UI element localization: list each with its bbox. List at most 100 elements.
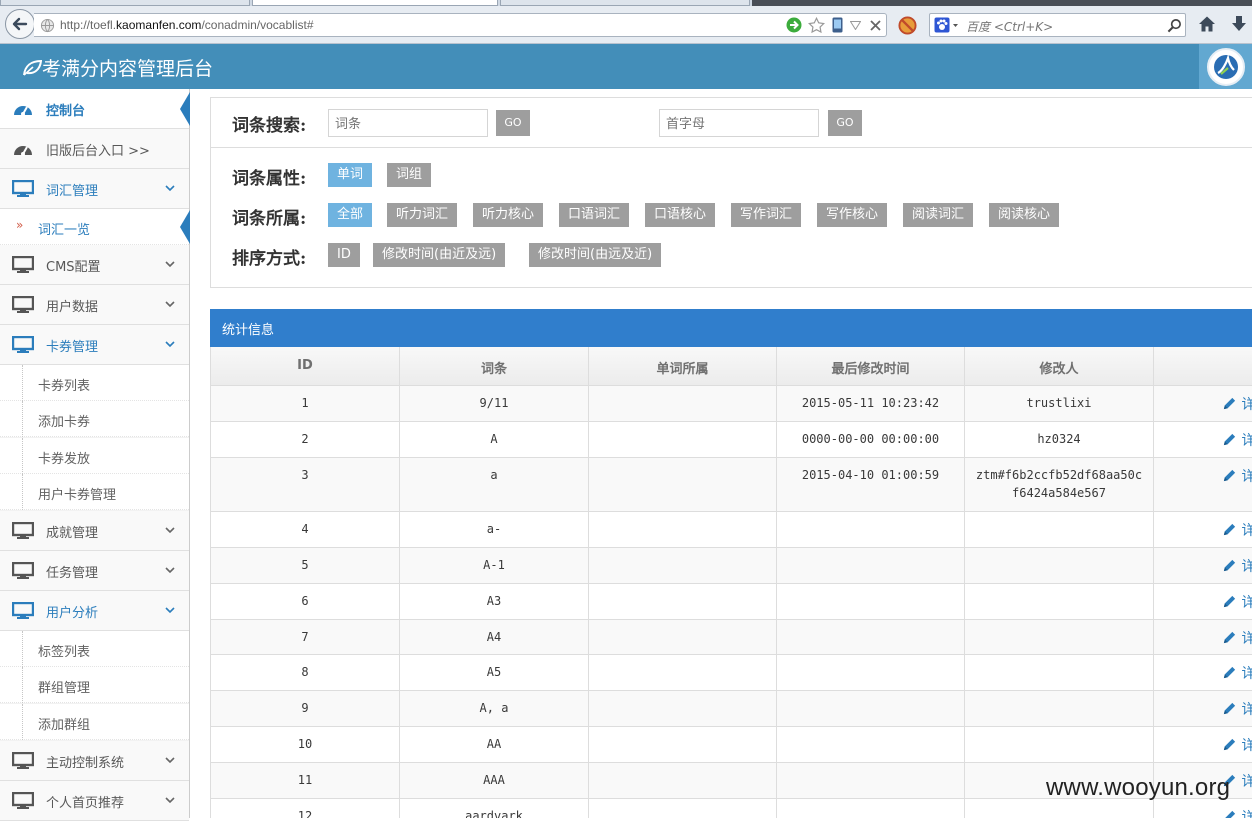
- column-header-editor[interactable]: 修改人: [965, 347, 1154, 385]
- sidebar-item-user-analysis[interactable]: 用户分析: [0, 591, 189, 631]
- avatar[interactable]: [1206, 47, 1245, 86]
- search-icon[interactable]: [1166, 17, 1182, 33]
- dropdown-icon[interactable]: [849, 18, 861, 32]
- bookmark-star-icon[interactable]: [807, 16, 825, 34]
- app-title[interactable]: 考满分内容管理后台: [22, 54, 213, 81]
- cell-id: 6: [211, 584, 400, 619]
- detail-link[interactable]: 详: [1222, 556, 1252, 576]
- cell-modified: [777, 763, 965, 798]
- sidebar-subitem-add-group[interactable]: 添加群组: [0, 704, 189, 740]
- cell-modified: [777, 620, 965, 654]
- cell-actions: 详: [1154, 512, 1252, 547]
- cell-id: 11: [211, 763, 400, 798]
- letter-search-input[interactable]: [659, 109, 819, 137]
- desktop-icon: [12, 792, 34, 809]
- attr-label: 词条属性:: [232, 169, 307, 189]
- sidebar-item-home-recommend[interactable]: 个人首页推荐: [0, 781, 189, 821]
- pencil-icon: [1223, 469, 1236, 482]
- sidebar-subitem-issue-coupon[interactable]: 卡券发放: [0, 438, 189, 474]
- belong-tag-speaking-vocab[interactable]: 口语词汇: [559, 203, 630, 227]
- belong-tag-writing-vocab[interactable]: 写作词汇: [731, 203, 802, 227]
- column-header-belong[interactable]: 单词所属: [589, 347, 777, 385]
- detail-link[interactable]: 详: [1222, 394, 1252, 414]
- cell-term: A-1: [400, 548, 589, 583]
- cell-actions: 详: [1154, 458, 1252, 511]
- sidebar-subitem-vocab-list[interactable]: » 词汇一览: [0, 209, 190, 245]
- belong-tag-listening-vocab[interactable]: 听力词汇: [387, 203, 458, 227]
- stop-icon[interactable]: [868, 18, 882, 32]
- user-menu[interactable]: [1199, 44, 1252, 89]
- home-icon[interactable]: [1197, 14, 1217, 34]
- sidebar-item-vocab[interactable]: 词汇管理: [0, 169, 189, 209]
- column-header-term[interactable]: 词条: [400, 347, 589, 385]
- attr-tag-word[interactable]: 单词: [328, 163, 373, 187]
- term-search-input[interactable]: [328, 109, 488, 137]
- mobile-icon[interactable]: [830, 17, 844, 33]
- letter-go-button[interactable]: GO: [828, 110, 862, 136]
- sidebar-item-label: 添加群组: [38, 718, 91, 733]
- caret-right-icon: »: [16, 218, 24, 232]
- pencil-icon: [1223, 433, 1236, 446]
- search-bar[interactable]: 百度 <Ctrl+K>: [929, 13, 1186, 37]
- sidebar-item-label: 用户数据: [46, 300, 99, 315]
- attr-tag-phrase[interactable]: 词组: [387, 163, 432, 187]
- pencil-icon: [1223, 397, 1236, 410]
- sidebar-item-achievements[interactable]: 成就管理: [0, 511, 189, 551]
- detail-link[interactable]: 详: [1222, 807, 1252, 818]
- belong-tag-writing-core[interactable]: 写作核心: [817, 203, 888, 227]
- detail-link[interactable]: 详: [1222, 466, 1252, 486]
- sidebar-subitem-coupon-list[interactable]: 卡券列表: [0, 365, 189, 401]
- pencil-icon: [1223, 702, 1236, 715]
- detail-link[interactable]: 详: [1222, 628, 1252, 648]
- cell-term: A: [400, 422, 589, 457]
- belong-tag-reading-core[interactable]: 阅读核心: [989, 203, 1060, 227]
- detail-link[interactable]: 详: [1222, 592, 1252, 612]
- sidebar-item-label: 主动控制系统: [46, 756, 125, 771]
- column-header-id[interactable]: ID: [211, 347, 400, 385]
- detail-link-label: 详: [1241, 774, 1252, 790]
- detail-link[interactable]: 详: [1222, 699, 1252, 719]
- pencil-icon: [1223, 631, 1236, 644]
- term-go-button[interactable]: GO: [496, 110, 530, 136]
- pencil-icon: [1223, 595, 1236, 608]
- baidu-paw-icon[interactable]: [934, 17, 960, 33]
- sort-tag-oldest[interactable]: 修改时间(由远及近): [529, 243, 662, 267]
- address-bar[interactable]: http://toefl.kaomanfen.com/conadmin/voca…: [34, 13, 887, 37]
- column-header-modified[interactable]: 最后修改时间: [777, 347, 965, 385]
- active-indicator: [180, 92, 190, 126]
- sidebar-subitem-tag-list[interactable]: 标签列表: [0, 631, 189, 667]
- belong-tag-reading-vocab[interactable]: 阅读词汇: [903, 203, 974, 227]
- dashboard-icon: [14, 106, 32, 116]
- go-arrow-icon[interactable]: [786, 17, 802, 33]
- cell-modified: [777, 584, 965, 619]
- detail-link[interactable]: 详: [1222, 735, 1252, 755]
- belong-tag-speaking-core[interactable]: 口语核心: [645, 203, 716, 227]
- sidebar-item-dashboard[interactable]: 控制台: [0, 89, 190, 129]
- sidebar-subitem-add-coupon[interactable]: 添加卡券: [0, 401, 189, 437]
- sidebar-item-cms[interactable]: CMS配置: [0, 245, 189, 285]
- back-button[interactable]: [5, 9, 35, 39]
- detail-link[interactable]: 详: [1222, 430, 1252, 450]
- belong-tag-listening-core[interactable]: 听力核心: [473, 203, 544, 227]
- detail-link-label: 详: [1241, 469, 1252, 485]
- url-text: http://toefl.kaomanfen.com/conadmin/voca…: [60, 18, 314, 32]
- sidebar-item-active-control[interactable]: 主动控制系统: [0, 741, 189, 781]
- sidebar-item-legacy[interactable]: 旧版后台入口 >>: [0, 129, 189, 169]
- column-header-actions: 操作: [1154, 347, 1252, 385]
- sidebar-subitem-user-coupons[interactable]: 用户卡券管理: [0, 474, 189, 510]
- sidebar-item-label: 任务管理: [46, 566, 99, 581]
- adblock-icon[interactable]: [897, 15, 917, 35]
- sidebar-item-tasks[interactable]: 任务管理: [0, 551, 189, 591]
- sidebar-subitem-group-manage[interactable]: 群组管理: [0, 667, 189, 703]
- cell-id: 5: [211, 548, 400, 583]
- belong-tag-all[interactable]: 全部: [328, 203, 373, 227]
- download-icon[interactable]: [1229, 14, 1249, 34]
- sort-tag-newest[interactable]: 修改时间(由近及远): [373, 243, 506, 267]
- sidebar-item-user-data[interactable]: 用户数据: [0, 285, 189, 325]
- table-row: 3 a 2015-04-10 01:00:59 ztm#f6b2ccfb52df68a…: [211, 458, 1252, 512]
- sidebar-item-coupons[interactable]: 卡券管理: [0, 325, 189, 365]
- detail-link[interactable]: 详: [1222, 663, 1252, 683]
- chevron-down-icon: [165, 301, 175, 308]
- detail-link[interactable]: 详: [1222, 520, 1252, 540]
- sort-tag-id[interactable]: ID: [328, 243, 360, 267]
